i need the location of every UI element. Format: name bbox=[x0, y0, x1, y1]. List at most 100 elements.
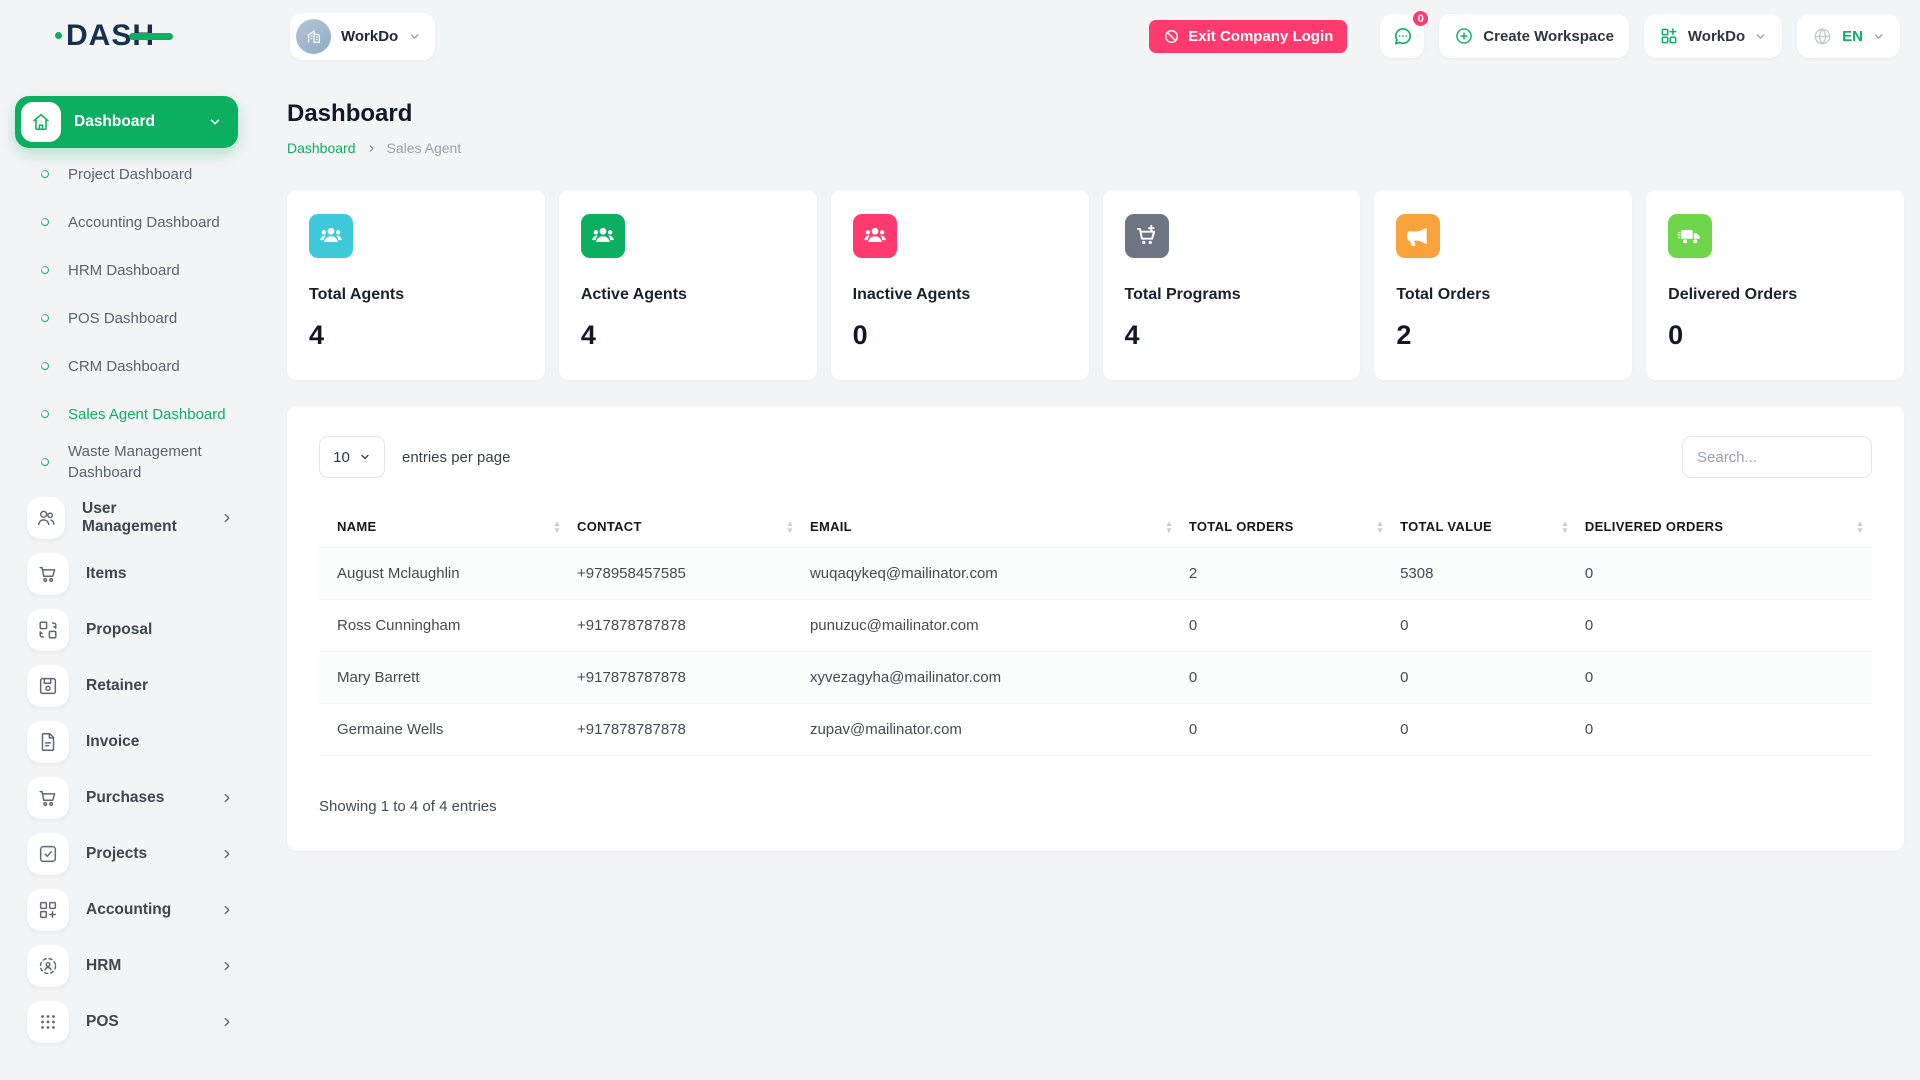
grid-plus-icon bbox=[1659, 26, 1679, 46]
sort-icon[interactable]: ▲▼ bbox=[1561, 520, 1569, 534]
megaphone-icon bbox=[1396, 214, 1440, 258]
person-dashed-circle-icon bbox=[27, 945, 69, 987]
page-size-select[interactable]: 10 bbox=[319, 436, 385, 478]
stat-label: Inactive Agents bbox=[853, 286, 1067, 304]
workspace-name: WorkDo bbox=[1688, 28, 1745, 45]
sidebar-item-user-management[interactable]: User Management bbox=[0, 490, 264, 546]
company-avatar bbox=[296, 19, 331, 54]
exit-company-login-button[interactable]: Exit Company Login bbox=[1149, 20, 1347, 53]
chevron-right-icon bbox=[220, 1015, 234, 1029]
sidebar-item-hrm-dashboard[interactable]: HRM Dashboard bbox=[0, 246, 264, 294]
breadcrumb-dashboard-link[interactable]: Dashboard bbox=[287, 140, 356, 156]
building-icon bbox=[304, 26, 324, 46]
sidebar-item-label: Invoice bbox=[86, 733, 139, 751]
sidebar-item-label: Dashboard bbox=[74, 113, 155, 131]
sidebar-item-crm-dashboard[interactable]: CRM Dashboard bbox=[0, 342, 264, 390]
column-header-email[interactable]: EMAIL▲▼ bbox=[802, 506, 1181, 548]
messages-button[interactable]: 0 bbox=[1380, 14, 1424, 58]
sort-icon[interactable]: ▲▼ bbox=[1856, 520, 1864, 534]
bullet-icon bbox=[39, 264, 50, 275]
table-row: Germaine Wells +917878787878 zupav@maili… bbox=[319, 704, 1872, 756]
company-switcher[interactable]: WorkDo bbox=[290, 13, 435, 60]
sidebar-item-projects[interactable]: Projects bbox=[0, 826, 264, 882]
sidebar-item-waste-management-dashboard[interactable]: Waste Management Dashboard bbox=[0, 438, 264, 486]
sidebar-item-label: HRM Dashboard bbox=[68, 260, 180, 281]
cart-icon bbox=[27, 777, 69, 819]
column-header-name[interactable]: NAME▲▼ bbox=[319, 506, 569, 548]
cell-total-orders: 0 bbox=[1181, 600, 1392, 652]
sidebar-item-accounting[interactable]: Accounting bbox=[0, 882, 264, 938]
brand-logo[interactable]: DASH bbox=[66, 19, 155, 53]
chevron-down-icon bbox=[1872, 30, 1885, 43]
cart-icon bbox=[27, 553, 69, 595]
sort-icon[interactable]: ▲▼ bbox=[786, 520, 794, 534]
cell-delivered-orders: 0 bbox=[1577, 704, 1872, 756]
stat-card-delivered-orders: Delivered Orders 0 bbox=[1646, 190, 1904, 380]
create-workspace-button[interactable]: Create Workspace bbox=[1439, 14, 1629, 58]
language-selector[interactable]: EN bbox=[1797, 14, 1900, 58]
sidebar-item-sales-agent-dashboard[interactable]: Sales Agent Dashboard bbox=[0, 390, 264, 438]
table-controls: 10 entries per page bbox=[319, 436, 1872, 478]
sidebar-item-label: User Management bbox=[82, 500, 203, 536]
stat-card-active-agents: Active Agents 4 bbox=[559, 190, 817, 380]
column-header-total-orders[interactable]: TOTAL ORDERS▲▼ bbox=[1181, 506, 1392, 548]
search-input[interactable] bbox=[1682, 436, 1872, 478]
sidebar-item-retainer[interactable]: Retainer bbox=[0, 658, 264, 714]
stat-card-total-orders: Total Orders 2 bbox=[1374, 190, 1632, 380]
bullet-icon bbox=[39, 408, 50, 419]
cell-email: wuqaqykeq@mailinator.com bbox=[802, 548, 1181, 600]
stat-card-total-programs: Total Programs 4 bbox=[1103, 190, 1361, 380]
sidebar-item-items[interactable]: Items bbox=[0, 546, 264, 602]
dashboard-sub-menu: Project Dashboard Accounting Dashboard H… bbox=[0, 150, 264, 486]
messages-count-badge: 0 bbox=[1411, 9, 1430, 28]
stat-value: 4 bbox=[581, 320, 795, 351]
table-row: Mary Barrett +917878787878 xyvezagyha@ma… bbox=[319, 652, 1872, 704]
sidebar-item-project-dashboard[interactable]: Project Dashboard bbox=[0, 150, 264, 198]
dots-grid-icon bbox=[27, 1001, 69, 1043]
stat-value: 2 bbox=[1396, 320, 1610, 351]
column-header-delivered-orders[interactable]: DELIVERED ORDERS▲▼ bbox=[1577, 506, 1872, 548]
bullet-icon bbox=[39, 360, 50, 371]
sidebar-item-dashboard[interactable]: Dashboard bbox=[15, 96, 238, 148]
floppy-icon bbox=[27, 665, 69, 707]
sidebar-item-invoice[interactable]: Invoice bbox=[0, 714, 264, 770]
stat-label: Total Agents bbox=[309, 286, 523, 304]
sidebar-item-label: CRM Dashboard bbox=[68, 356, 180, 377]
sidebar-item-pos-dashboard[interactable]: POS Dashboard bbox=[0, 294, 264, 342]
agents-table: NAME▲▼ CONTACT▲▼ EMAIL▲▼ TOTAL ORDERS▲▼ … bbox=[319, 506, 1872, 756]
sidebar-item-label: Sales Agent Dashboard bbox=[68, 404, 226, 425]
table-header-row: NAME▲▼ CONTACT▲▼ EMAIL▲▼ TOTAL ORDERS▲▼ … bbox=[319, 506, 1872, 548]
sidebar-item-label: Retainer bbox=[86, 677, 148, 695]
cell-email: zupav@mailinator.com bbox=[802, 704, 1181, 756]
sidebar-item-purchases[interactable]: Purchases bbox=[0, 770, 264, 826]
agents-group-icon bbox=[309, 214, 353, 258]
stat-value: 0 bbox=[853, 320, 1067, 351]
workspace-switcher[interactable]: WorkDo bbox=[1644, 14, 1782, 58]
language-code: EN bbox=[1842, 28, 1863, 45]
sort-icon[interactable]: ▲▼ bbox=[1165, 520, 1173, 534]
stat-card-total-agents: Total Agents 4 bbox=[287, 190, 545, 380]
cell-delivered-orders: 0 bbox=[1577, 548, 1872, 600]
sidebar: Dashboard Project Dashboard Accounting D… bbox=[0, 72, 264, 1080]
sidebar-item-accounting-dashboard[interactable]: Accounting Dashboard bbox=[0, 198, 264, 246]
sidebar-item-label: POS bbox=[86, 1013, 119, 1031]
agents-table-card: 10 entries per page NA bbox=[287, 406, 1904, 851]
chevron-right-icon bbox=[220, 959, 234, 973]
stat-label: Total Orders bbox=[1396, 286, 1610, 304]
cart-plus-icon bbox=[1125, 214, 1169, 258]
sidebar-item-hrm[interactable]: HRM bbox=[0, 938, 264, 994]
chevron-right-icon bbox=[220, 511, 234, 525]
logo-dash-bar bbox=[129, 33, 173, 40]
sort-icon[interactable]: ▲▼ bbox=[1376, 520, 1384, 534]
cell-contact: +917878787878 bbox=[569, 652, 802, 704]
sidebar-item-pos[interactable]: POS bbox=[0, 994, 264, 1050]
column-header-contact[interactable]: CONTACT▲▼ bbox=[569, 506, 802, 548]
sidebar-item-label: Accounting Dashboard bbox=[68, 212, 220, 233]
sort-icon[interactable]: ▲▼ bbox=[553, 520, 561, 534]
column-header-total-value[interactable]: TOTAL VALUE▲▼ bbox=[1392, 506, 1577, 548]
sidebar-item-label: POS Dashboard bbox=[68, 308, 177, 329]
home-icon bbox=[21, 102, 61, 142]
cell-total-value: 0 bbox=[1392, 652, 1577, 704]
sidebar-item-proposal[interactable]: Proposal bbox=[0, 602, 264, 658]
sidebar-menu: User Management Items Proposal bbox=[0, 490, 264, 1050]
